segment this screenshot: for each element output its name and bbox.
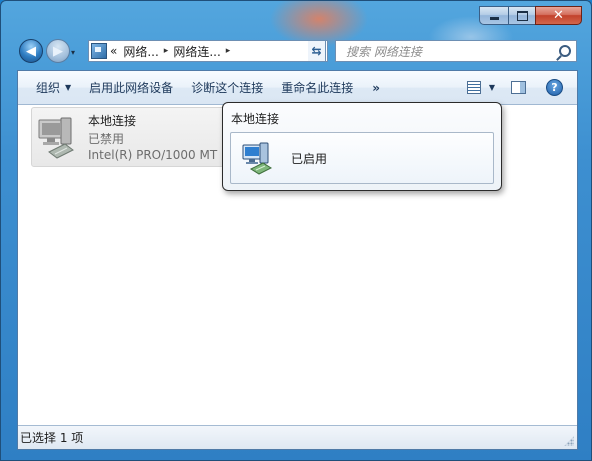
organize-label: 组织: [36, 81, 61, 95]
view-options-dropdown-icon[interactable]: ▼: [489, 83, 495, 92]
chevron-down-icon: ▼: [65, 83, 72, 92]
connection-status: 已禁用: [88, 132, 125, 146]
change-view-icon[interactable]: [466, 81, 481, 94]
refresh-button[interactable]: ⇆: [308, 40, 326, 62]
explorer-window: ✕ ◀ ▶ ▾ « 网络... ▸ 网络连... ▸ ▼ ⇆ 搜索 网络连接: [0, 0, 592, 461]
caption-buttons: ✕: [479, 6, 582, 25]
maximize-icon: [516, 10, 528, 21]
refresh-icon: ⇆: [311, 44, 322, 58]
toolbar-right-group: ▼ ?: [466, 71, 577, 104]
close-icon: ✕: [553, 8, 564, 23]
breadcrumb-item-network-connections[interactable]: 网络连...: [173, 43, 220, 60]
search-input[interactable]: 搜索 网络连接: [335, 40, 577, 62]
network-adapter-disabled-icon: [38, 117, 74, 159]
network-folder-icon: [91, 43, 107, 59]
diagnose-button[interactable]: 诊断这个连接: [182, 71, 272, 104]
close-button[interactable]: ✕: [535, 6, 582, 25]
maximize-button[interactable]: [508, 6, 535, 25]
search-placeholder: 搜索 网络连接: [346, 44, 422, 59]
preview-pane-icon[interactable]: [511, 81, 526, 94]
enabled-option[interactable]: 已启用: [230, 132, 494, 184]
connection-name: 本地连接: [88, 114, 137, 128]
help-glyph: ?: [551, 81, 558, 94]
list-item-local-connection[interactable]: 本地连接 已禁用 Intel(R) PRO/1000 MT N...: [31, 107, 231, 167]
search-icon: [559, 45, 571, 57]
forward-button[interactable]: ▶: [46, 39, 70, 63]
command-bar: 组织 ▼ 启用此网络设备 诊断这个连接 重命名此连接 » ▼ ?: [18, 71, 577, 105]
resize-grip-icon[interactable]: [564, 436, 574, 446]
selection-count: 已选择 1 项: [20, 431, 84, 445]
network-adapter-enabled-icon: [242, 142, 273, 175]
breadcrumb-overflow[interactable]: «: [110, 44, 117, 58]
more-commands-button[interactable]: »: [362, 71, 389, 104]
minimize-icon: [489, 17, 499, 20]
rename-button[interactable]: 重命名此连接: [272, 71, 362, 104]
connection-device: Intel(R) PRO/1000 MT N...: [88, 148, 226, 162]
breadcrumb-item-network[interactable]: 网络...: [123, 43, 158, 60]
navigation-bar: ◀ ▶ ▾ « 网络... ▸ 网络连... ▸ ▼ ⇆ 搜索 网络连接: [19, 39, 579, 65]
chevron-down-icon: ▾: [71, 48, 76, 57]
enable-device-button[interactable]: 启用此网络设备: [80, 71, 182, 104]
minimize-button[interactable]: [479, 6, 508, 25]
address-bar[interactable]: « 网络... ▸ 网络连... ▸ ▼: [88, 40, 328, 62]
help-icon[interactable]: ?: [546, 79, 563, 96]
status-bar: 已选择 1 项: [18, 425, 577, 449]
popup-title: 本地连接: [231, 112, 280, 126]
connection-state-popup: 本地连接 已启用: [222, 102, 502, 191]
breadcrumb-separator-icon[interactable]: ▸: [164, 46, 169, 56]
organize-button[interactable]: 组织 ▼: [18, 71, 80, 104]
recent-pages-button[interactable]: ▾: [71, 48, 75, 57]
back-arrow-icon: ◀: [26, 43, 36, 59]
enabled-option-label: 已启用: [291, 152, 328, 166]
back-button[interactable]: ◀: [19, 39, 43, 63]
breadcrumb-separator-icon[interactable]: ▸: [226, 46, 231, 56]
forward-arrow-icon: ▶: [53, 43, 63, 59]
